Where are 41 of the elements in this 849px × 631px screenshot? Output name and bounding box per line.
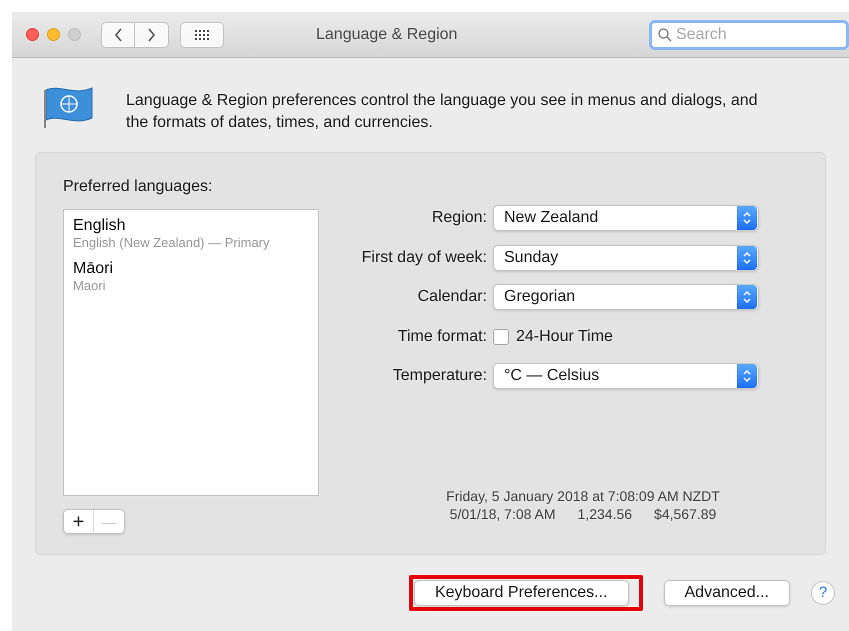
checkbox-label[interactable]: 24-Hour Time: [516, 324, 613, 348]
setting-label: Time format:: [396, 326, 488, 346]
forward-button[interactable]: [135, 22, 169, 48]
sample-format: 5/01/18, 7:08 AM: [450, 504, 556, 522]
sample-date: Friday, 5 January 2018 at 7:08:09 AM NZDT: [446, 486, 720, 504]
minimize-button[interactable]: [47, 28, 60, 41]
add-button[interactable]: +: [64, 510, 94, 533]
language-detail: Maori: [73, 278, 107, 294]
popup-arrows-icon: [737, 285, 757, 309]
search-input[interactable]: Search: [676, 22, 836, 46]
language-name[interactable]: English: [73, 216, 309, 235]
setting-label: Calendar:: [416, 287, 488, 307]
grid-icon: [194, 28, 210, 40]
language-name[interactable]: Māori: [73, 259, 309, 278]
list-label: Preferred languages:: [63, 177, 214, 197]
show-all-button[interactable]: [180, 22, 224, 48]
popup-menu[interactable]: Gregorian: [493, 284, 759, 310]
setting-label: First day of week:: [360, 248, 488, 268]
search-icon: [658, 28, 672, 42]
search-field[interactable]: Search: [649, 20, 849, 50]
popup-arrows-icon: [737, 206, 757, 230]
sample-format: $4,567.89: [654, 504, 716, 522]
popup-arrows-icon: [737, 246, 757, 270]
close-button[interactable]: [26, 28, 39, 41]
dialog-button[interactable]: Advanced...: [664, 580, 790, 606]
popup-menu[interactable]: Sunday: [493, 244, 759, 270]
help-button[interactable]: ?: [811, 581, 835, 605]
popup-menu[interactable]: New Zealand: [493, 205, 759, 231]
chevron-left-icon: [114, 28, 122, 42]
intro-text: Language & Region preferences control the language you see in menus and dialogs, and the formats of dates, times, and currencies.: [126, 91, 759, 133]
setting-label: Region:: [430, 208, 488, 228]
checkbox[interactable]: [493, 328, 509, 344]
language-detail: English (New Zealand) — Primary: [73, 235, 271, 251]
back-button[interactable]: [101, 22, 135, 48]
setting-label: Temperature:: [392, 366, 488, 386]
sample-format: 1,234.56: [578, 504, 632, 522]
popup-menu[interactable]: °C — Celsius: [493, 363, 759, 389]
chevron-right-icon: [147, 28, 156, 42]
dialog-button[interactable]: Keyboard Preferences...: [414, 580, 628, 606]
window-title: Language & Region: [316, 24, 458, 44]
popup-arrows-icon: [737, 364, 757, 388]
